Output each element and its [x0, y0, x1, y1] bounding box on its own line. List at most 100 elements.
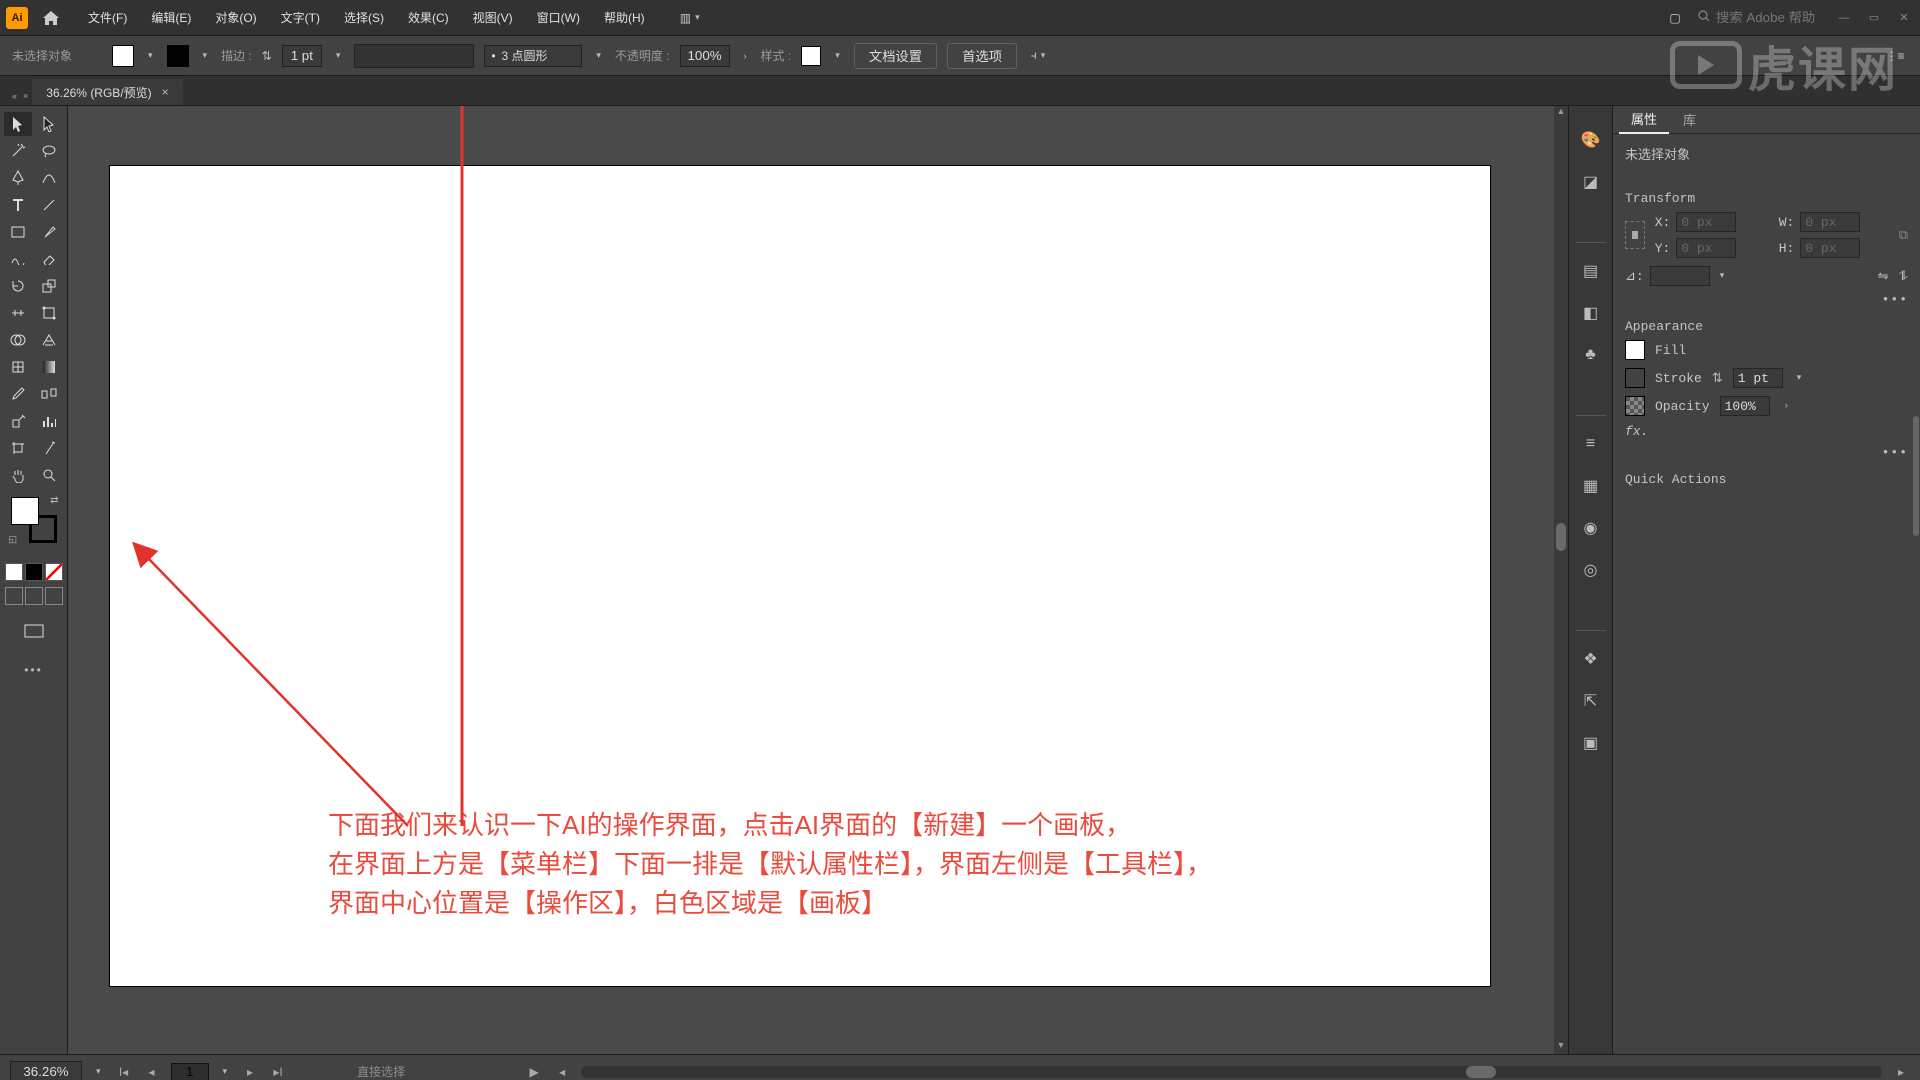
direct-selection-tool[interactable] — [35, 112, 63, 136]
next-artboard-icon[interactable]: ▸ — [241, 1065, 259, 1079]
artboard-dropdown[interactable]: ▾ — [219, 1066, 232, 1077]
variable-width-profile[interactable] — [354, 44, 474, 68]
hscroll-left-icon[interactable]: ◂ — [553, 1065, 571, 1079]
home-icon[interactable] — [38, 5, 64, 31]
symbol-sprayer-tool[interactable] — [4, 409, 32, 433]
h-input[interactable]: 0 px — [1800, 238, 1860, 258]
paintbrush-tool[interactable] — [35, 220, 63, 244]
flip-vertical-icon[interactable]: ⥮ — [1899, 269, 1908, 284]
scroll-thumb[interactable] — [1556, 523, 1566, 551]
panel-scrollbar[interactable] — [1912, 216, 1920, 1054]
y-input[interactable]: 0 px — [1676, 238, 1736, 258]
line-segment-tool[interactable] — [35, 193, 63, 217]
perspective-grid-tool[interactable] — [35, 328, 63, 352]
appearance-stroke-swatch[interactable] — [1625, 368, 1645, 388]
artboard-number-input[interactable] — [171, 1063, 209, 1080]
brushes-panel-icon[interactable]: ≡ — [1577, 430, 1605, 458]
link-wh-icon[interactable]: ⧉ — [1899, 228, 1908, 243]
menu-help[interactable]: 帮助(H) — [594, 5, 655, 30]
shaper-tool[interactable] — [4, 247, 32, 271]
selection-tool[interactable] — [4, 112, 32, 136]
menu-object[interactable]: 对象(O) — [205, 5, 266, 30]
screen-mode-icon[interactable] — [20, 619, 48, 643]
fill-stroke-indicator[interactable]: ⇄ ◱ — [11, 497, 57, 543]
asset-export-panel-icon[interactable]: ⇱ — [1577, 687, 1605, 715]
stroke-stepper-icon[interactable]: ⇅ — [262, 49, 272, 63]
status-play-icon[interactable]: ▶ — [525, 1065, 543, 1079]
draw-inside[interactable] — [45, 587, 63, 605]
fill-swatch-dropdown[interactable]: ▾ — [144, 50, 157, 61]
zoom-dropdown[interactable]: ▾ — [92, 1066, 105, 1077]
color-mode-gradient[interactable] — [25, 563, 43, 581]
swap-fill-stroke-icon[interactable]: ⇄ — [50, 495, 58, 506]
menu-window[interactable]: 窗口(W) — [527, 5, 590, 30]
stroke-weight-input[interactable] — [282, 45, 322, 67]
type-tool[interactable] — [4, 193, 32, 217]
brush-profile-dropdown[interactable]: ▾ — [592, 50, 605, 61]
gradient-panel-icon[interactable]: ◧ — [1577, 299, 1605, 327]
scale-tool[interactable] — [35, 274, 63, 298]
opacity-dropdown[interactable]: › — [740, 51, 751, 61]
appearance-opacity-swatch[interactable] — [1625, 396, 1645, 416]
document-setup-button[interactable]: 文档设置 — [854, 43, 937, 69]
workspace-switcher-icon[interactable]: ▢ — [1662, 5, 1688, 31]
color-mode-solid[interactable] — [5, 563, 23, 581]
zoom-input[interactable] — [10, 1061, 82, 1080]
lasso-tool[interactable] — [35, 139, 63, 163]
stroke-swatch[interactable] — [167, 45, 189, 67]
swatches-panel-icon[interactable]: ◪ — [1577, 168, 1605, 196]
w-input[interactable]: 0 px — [1800, 212, 1860, 232]
brush-profile-select[interactable]: • 3 点圆形 — [484, 45, 582, 67]
fill-color-swatch[interactable] — [11, 497, 39, 525]
tab-properties[interactable]: 属性 — [1619, 105, 1669, 134]
rectangle-tool[interactable] — [4, 220, 32, 244]
artboard-tool[interactable] — [4, 436, 32, 460]
blend-tool[interactable] — [35, 382, 63, 406]
color-mode-none[interactable] — [45, 563, 63, 581]
hscroll-thumb[interactable] — [1466, 1066, 1496, 1078]
transparency-panel-icon[interactable]: ▦ — [1577, 472, 1605, 500]
align-icon[interactable]: ⫞▾ — [1027, 43, 1053, 69]
magic-wand-tool[interactable] — [4, 139, 32, 163]
draw-normal[interactable] — [5, 587, 23, 605]
tab-libraries[interactable]: 库 — [1671, 106, 1708, 133]
color-panel-icon[interactable]: 🎨 — [1577, 126, 1605, 154]
gradient-tool[interactable] — [35, 355, 63, 379]
stroke-swatch-dropdown[interactable]: ▾ — [199, 50, 212, 61]
menu-type[interactable]: 文字(T) — [271, 5, 330, 30]
reference-point-grid[interactable] — [1625, 221, 1645, 249]
menu-edit[interactable]: 编辑(E) — [141, 5, 201, 30]
hscroll-right-icon[interactable]: ▸ — [1892, 1065, 1910, 1079]
default-fill-stroke-icon[interactable]: ◱ — [9, 534, 18, 545]
window-maximize-icon[interactable]: ▭ — [1864, 11, 1884, 25]
rotate-tool[interactable] — [4, 274, 32, 298]
prev-artboard-icon[interactable]: ◂ — [143, 1065, 161, 1079]
menu-select[interactable]: 选择(S) — [334, 5, 394, 30]
search-box[interactable] — [1698, 8, 1824, 27]
transform-more-icon[interactable]: ••• — [1613, 290, 1920, 309]
search-input[interactable] — [1714, 8, 1824, 27]
angle-input[interactable] — [1650, 266, 1710, 286]
mesh-tool[interactable] — [4, 355, 32, 379]
first-artboard-icon[interactable]: I◂ — [115, 1065, 133, 1079]
eraser-tool[interactable] — [35, 247, 63, 271]
opacity-dropdown-panel[interactable]: › — [1780, 401, 1793, 411]
stroke-weight-input-panel[interactable]: 1 pt — [1733, 368, 1783, 388]
stroke-stepper-panel-icon[interactable]: ⇅ — [1712, 371, 1723, 386]
menu-effect[interactable]: 效果(C) — [398, 5, 459, 30]
arrange-documents-icon[interactable]: ▥▾ — [679, 5, 705, 31]
eyedropper-tool[interactable] — [4, 382, 32, 406]
graphic-style-dropdown[interactable]: ▾ — [831, 50, 844, 61]
opacity-input-panel[interactable]: 100% — [1720, 396, 1770, 416]
tabstrip-collapse-icon[interactable]: « — [12, 91, 17, 101]
graphic-styles-panel-icon[interactable]: ◎ — [1577, 556, 1605, 584]
zoom-tool[interactable] — [35, 463, 63, 487]
document-tab-close-icon[interactable]: × — [162, 85, 169, 99]
document-tab[interactable]: 36.26% (RGB/预览) × — [32, 79, 182, 105]
curvature-tool[interactable] — [35, 166, 63, 190]
opacity-input[interactable] — [680, 45, 730, 67]
scroll-up-icon[interactable]: ▲ — [1554, 106, 1568, 120]
artboards-panel-icon[interactable]: ▣ — [1577, 729, 1605, 757]
appearance-more-icon[interactable]: ••• — [1613, 443, 1920, 462]
draw-behind[interactable] — [25, 587, 43, 605]
